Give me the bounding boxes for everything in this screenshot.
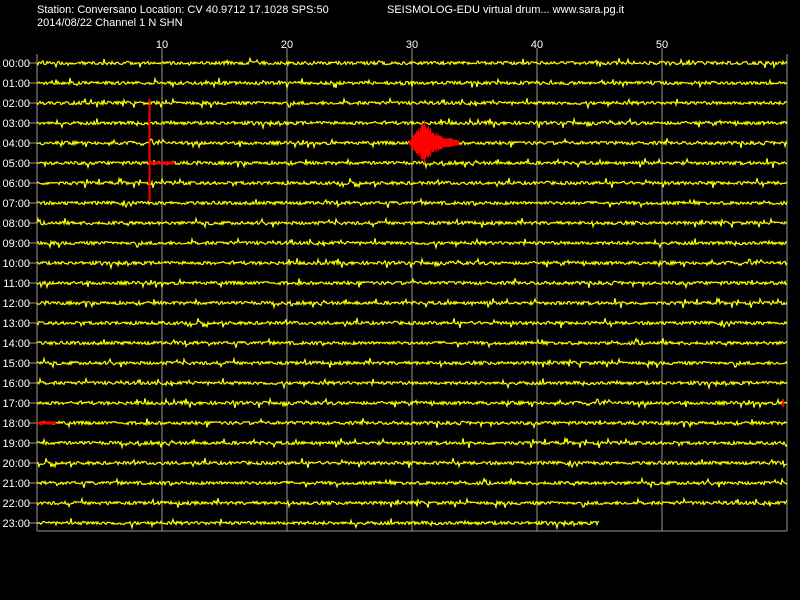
row-label: 20:00: [2, 458, 30, 470]
row-label: 10:00: [2, 258, 30, 270]
seismogram-drum: 10 20 30 40 50 00:00 01:00 02:00 03:00 04:00 05:00…: [2, 39, 788, 532]
row-label: 15:00: [2, 358, 30, 370]
x-tick-label: 20: [281, 39, 293, 51]
x-tick-label: 40: [531, 39, 543, 51]
row-label: 04:00: [2, 138, 30, 150]
row-label: 06:00: [2, 178, 30, 190]
row-label: 03:00: [2, 118, 30, 130]
row-label: 00:00: [2, 58, 30, 70]
row-label: 05:00: [2, 158, 30, 170]
row-label: 18:00: [2, 418, 30, 430]
row-label: 16:00: [2, 378, 30, 390]
row-label: 08:00: [2, 218, 30, 230]
x-tick-label: 10: [156, 39, 168, 51]
row-label: 01:00: [2, 78, 30, 90]
x-tick-label: 30: [406, 39, 418, 51]
event-burst: [408, 120, 460, 164]
row-label: 21:00: [2, 478, 30, 490]
row-label: 22:00: [2, 498, 30, 510]
row-label: 11:00: [3, 278, 30, 290]
row-label: 13:00: [2, 318, 30, 330]
x-tick-label: 50: [656, 39, 668, 51]
row-label: 02:00: [2, 98, 30, 110]
row-label: 14:00: [2, 338, 30, 350]
row-label: 19:00: [2, 438, 30, 450]
row-label: 09:00: [2, 238, 30, 250]
row-label: 17:00: [2, 398, 30, 410]
trace-2300: [36, 517, 600, 531]
row-label: 12:00: [2, 298, 30, 310]
row-label: 07:00: [2, 198, 30, 210]
row-label: 23:00: [2, 518, 30, 530]
